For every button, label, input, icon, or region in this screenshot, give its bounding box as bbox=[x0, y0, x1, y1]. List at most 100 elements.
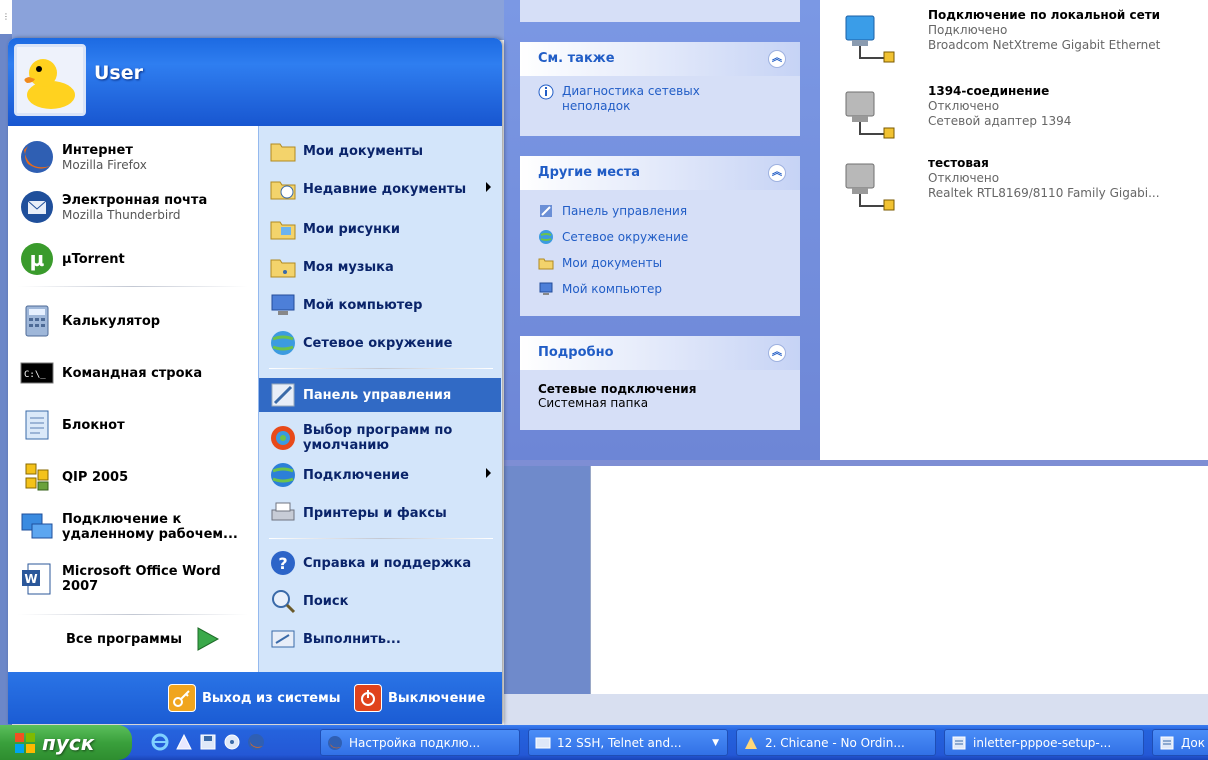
item-title: Подключение к удаленному рабочем... bbox=[62, 512, 238, 542]
program-item-utorrent[interactable]: µ µTorrent bbox=[18, 240, 125, 278]
connection-device: Broadcom NetXtreme Gigabit Ethernet bbox=[928, 38, 1161, 52]
network-connection-disabled-icon bbox=[845, 163, 895, 211]
collapse-icon[interactable]: ︽ bbox=[768, 50, 786, 68]
computer-icon bbox=[539, 282, 553, 295]
diagnostics-link[interactable]: Диагностика сетевых неполадок bbox=[538, 84, 800, 114]
program-item-cmd[interactable]: C:\_ Командная строка bbox=[18, 354, 202, 392]
taskbar-button-label: 2. Chicane - No Ordin... bbox=[765, 735, 905, 750]
menu-my-computer[interactable]: Мой компьютер bbox=[259, 288, 501, 322]
taskbar-button-ssh[interactable]: 12 SSH, Telnet and... ▼ bbox=[528, 729, 728, 756]
item-title: QIP 2005 bbox=[62, 469, 129, 485]
menu-connect[interactable]: Подключение bbox=[259, 458, 501, 492]
menu-label: Недавние документы bbox=[303, 181, 467, 197]
group-dropdown-icon[interactable]: ▼ bbox=[712, 738, 719, 748]
taskbar-button-document[interactable]: inletter-pppoe-setup-... bbox=[944, 729, 1144, 756]
network-connection-disabled-icon bbox=[845, 91, 895, 139]
menu-run[interactable]: Выполнить... bbox=[259, 622, 501, 656]
run-icon bbox=[271, 630, 295, 648]
other-places-title: Другие места bbox=[538, 165, 641, 180]
my-computer-link[interactable]: Мой компьютер bbox=[538, 276, 800, 302]
command-prompt-icon: C:\_ bbox=[20, 362, 54, 384]
item-title: Интернет bbox=[62, 142, 133, 158]
quicklaunch-app-icon[interactable] bbox=[174, 732, 194, 752]
info-icon bbox=[538, 84, 554, 100]
globe-icon bbox=[271, 463, 295, 487]
menu-label: Поиск bbox=[303, 593, 349, 609]
taskbar-button-doc[interactable]: Док bbox=[1152, 729, 1208, 756]
program-item-qip[interactable]: QIP 2005 bbox=[18, 458, 128, 496]
details-type: Системная папка bbox=[538, 396, 649, 410]
notepad-icon bbox=[25, 410, 49, 440]
quicklaunch-firefox-icon[interactable] bbox=[246, 732, 266, 752]
internet-explorer-icon[interactable] bbox=[150, 732, 170, 752]
submenu-arrow-icon bbox=[486, 468, 491, 478]
connection-item-lan[interactable]: Подключение по локальной сети Подключено… bbox=[840, 8, 1208, 68]
taskbar-button-firefox[interactable]: Настройка подклю... bbox=[320, 729, 520, 756]
start-label: пуск bbox=[42, 730, 95, 755]
pinned-item-internet[interactable]: Интернет Mozilla Firefox bbox=[18, 138, 147, 176]
media-player-icon bbox=[745, 736, 757, 749]
all-programs-button[interactable]: Все программы bbox=[66, 626, 220, 652]
see-also-title: См. также bbox=[538, 51, 615, 66]
secondary-window-sidebar bbox=[504, 466, 590, 694]
connection-device: Realtek RTL8169/8110 Family Gigabi... bbox=[928, 186, 1160, 200]
program-item-word[interactable]: W Microsoft Office Word 2007 bbox=[18, 560, 232, 598]
all-programs-label: Все программы bbox=[66, 631, 183, 647]
item-subtitle: Mozilla Firefox bbox=[62, 157, 147, 172]
connection-status: Отключено bbox=[928, 171, 1000, 185]
other-places-header[interactable]: Другие места ︽ bbox=[520, 156, 800, 190]
green-arrow-icon bbox=[197, 627, 220, 651]
music-folder-icon bbox=[270, 259, 296, 278]
menu-printers[interactable]: Принтеры и факсы bbox=[259, 496, 501, 530]
menu-network-places[interactable]: Сетевое окружение bbox=[259, 326, 501, 360]
details-title: Подробно bbox=[538, 345, 614, 360]
menu-label: Справка и поддержка bbox=[303, 555, 472, 571]
folder-icon bbox=[270, 143, 296, 162]
submenu-arrow-icon bbox=[486, 182, 491, 192]
menu-control-panel[interactable]: Панель управления bbox=[259, 378, 501, 412]
menu-default-programs[interactable]: Выбор программ по умолчанию bbox=[259, 416, 501, 460]
logoff-button[interactable]: Выход из системы bbox=[168, 684, 340, 712]
shutdown-button[interactable]: Выключение bbox=[354, 684, 485, 712]
collapse-icon[interactable]: ︽ bbox=[768, 344, 786, 362]
network-connection-icon bbox=[845, 15, 895, 63]
logoff-label: Выход из системы bbox=[202, 690, 341, 706]
item-title: Калькулятор bbox=[62, 313, 161, 329]
utorrent-icon: µ bbox=[21, 243, 53, 275]
menu-separator bbox=[269, 538, 493, 539]
see-also-header[interactable]: См. также ︽ bbox=[520, 42, 800, 76]
connection-item-test[interactable]: тестовая Отключено Realtek RTL8169/8110 … bbox=[840, 156, 1208, 216]
menu-separator bbox=[269, 368, 493, 369]
user-avatar[interactable] bbox=[14, 44, 86, 116]
menu-separator bbox=[18, 614, 248, 615]
collapse-icon[interactable]: ︽ bbox=[768, 164, 786, 182]
svg-text:?: ? bbox=[278, 554, 287, 573]
connections-list: Подключение по локальной сети Подключено… bbox=[820, 0, 1208, 460]
start-menu-programs: Интернет Mozilla Firefox Электронная почт… bbox=[8, 126, 258, 672]
menu-help[interactable]: ? Справка и поддержка bbox=[259, 546, 501, 580]
background-window-header bbox=[12, 0, 504, 40]
default-programs-icon bbox=[271, 426, 295, 450]
pinned-item-email[interactable]: Электронная почта Mozilla Thunderbird bbox=[18, 188, 207, 226]
details-header[interactable]: Подробно ︽ bbox=[520, 336, 800, 370]
my-documents-link[interactable]: Мои документы bbox=[538, 250, 800, 276]
menu-label: Панель управления bbox=[303, 387, 452, 403]
menu-my-music[interactable]: Моя музыка bbox=[259, 250, 501, 284]
start-button[interactable]: пуск bbox=[0, 725, 132, 760]
menu-search[interactable]: Поиск bbox=[259, 584, 501, 618]
program-item-remote-desktop[interactable]: Подключение к удаленному рабочем... bbox=[18, 508, 242, 546]
program-item-notepad[interactable]: Блокнот bbox=[18, 406, 125, 444]
network-places-link[interactable]: Сетевое окружение bbox=[538, 224, 800, 250]
menu-recent-documents[interactable]: Недавние документы bbox=[259, 172, 501, 206]
menu-my-documents[interactable]: Мои документы bbox=[259, 134, 501, 168]
connection-item-1394[interactable]: 1394-соединение Отключено Сетевой адапте… bbox=[840, 84, 1208, 144]
taskbar-button-label: inletter-pppoe-setup-... bbox=[973, 735, 1112, 750]
start-menu-footer: Выход из системы Выключение bbox=[8, 672, 502, 724]
connection-name: Подключение по локальной сети bbox=[928, 8, 1161, 22]
program-item-calculator[interactable]: Калькулятор bbox=[18, 302, 160, 340]
taskbar-button-music[interactable]: 2. Chicane - No Ordin... bbox=[736, 729, 936, 756]
control-panel-link[interactable]: Панель управления bbox=[538, 198, 800, 224]
quicklaunch-media-icon[interactable] bbox=[222, 732, 242, 752]
menu-my-pictures[interactable]: Мои рисунки bbox=[259, 212, 501, 246]
quicklaunch-disk-icon[interactable] bbox=[198, 732, 218, 752]
